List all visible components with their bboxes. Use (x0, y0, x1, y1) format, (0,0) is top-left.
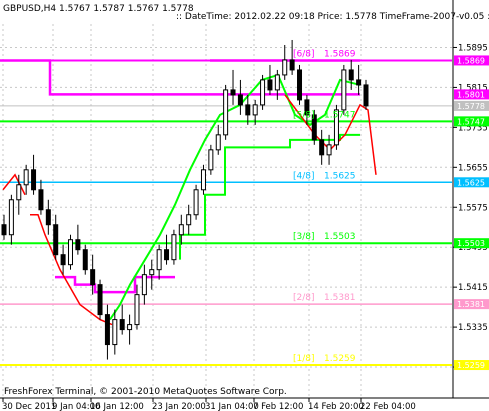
candle-body (223, 89, 229, 136)
price-badge-label: 1.5625 (457, 178, 485, 187)
murrey-level-value: 1.5747 (324, 110, 356, 120)
murrey-level-value: 1.5869 (324, 49, 356, 59)
candle-body (193, 189, 199, 216)
candle-body (75, 239, 81, 251)
murrey-level-value: 1.5625 (324, 171, 356, 181)
candle-body (127, 324, 133, 331)
candle-body (200, 169, 206, 191)
candle-body (119, 319, 125, 331)
candle-body (149, 269, 155, 276)
murrey-level-label: [2/8] (293, 293, 315, 303)
candle-body (356, 79, 362, 86)
x-tick-label: 16 Jan 12:00 (90, 402, 144, 411)
price-badge-label: 1.5503 (457, 239, 485, 248)
x-tick-label: 23 Jan 20:00 (152, 402, 206, 411)
price-badge-label: 1.5381 (457, 300, 485, 309)
candle-body (90, 269, 96, 286)
candle-body (67, 239, 73, 266)
candle-body (8, 199, 14, 236)
candle-body (260, 79, 266, 106)
candle-body (16, 184, 22, 201)
candle-body (186, 214, 192, 226)
y-tick-label: 1.5335 (458, 323, 488, 333)
candle-body (112, 319, 118, 346)
candle-body (245, 104, 251, 116)
candle-body (363, 84, 369, 107)
y-tick-label: 1.5575 (458, 203, 488, 213)
candle-body (237, 94, 243, 106)
candle-body (319, 139, 325, 156)
candle-body (156, 249, 162, 271)
x-tick-label: 22 Feb 04:00 (360, 402, 416, 411)
murrey-level-label: [1/8] (293, 354, 315, 364)
candle-body (23, 169, 29, 186)
copyright-text: FreshForex Terminal, © 2001-2010 MetaQuo… (4, 387, 287, 397)
price-badge-label: 1.5778 (457, 102, 485, 111)
murrey-level-label: [6/8] (293, 49, 315, 59)
candle-body (60, 254, 66, 266)
candle-body (82, 249, 88, 271)
candle-body (289, 59, 295, 71)
x-tick-label: 30 Dec 2011 (2, 402, 56, 411)
murrey-level-value: 1.5259 (324, 354, 356, 364)
candle-body (97, 284, 103, 316)
candle-body (104, 314, 110, 346)
murrey-level-label: [5/8] (293, 110, 315, 120)
candle-body (45, 209, 51, 226)
candle-body (178, 224, 184, 236)
y-tick-label: 1.5655 (458, 163, 488, 173)
candle-body (348, 69, 354, 81)
price-badge-label: 1.5747 (457, 117, 485, 126)
murrey-level-value: 1.5503 (324, 232, 356, 242)
candle-body (208, 149, 214, 171)
candle-body (31, 169, 37, 191)
candle-body (164, 249, 170, 261)
candle-body (53, 224, 59, 256)
murrey-level-label: [3/8] (293, 232, 315, 242)
candle-body (326, 144, 332, 156)
candle-body (134, 294, 140, 326)
x-tick-label: 14 Feb 20:00 (308, 402, 364, 411)
price-badge-label: 1.5869 (457, 56, 485, 65)
candle-body (274, 74, 280, 91)
symbol-info: GBPUSD,H4 1.5767 1.5787 1.5767 1.5778 (3, 4, 194, 14)
y-tick-label: 1.5895 (458, 43, 488, 53)
price-chart[interactable]: [6/8] 1.5869 [5/8] 1.5747 [4/8] 1.5625 [3/8] 1.… (0, 0, 489, 411)
candle-body (341, 69, 347, 111)
candle-body (141, 274, 147, 296)
candle-body (282, 59, 288, 76)
murrey-level-value: 1.5381 (324, 293, 356, 303)
candle-body (171, 234, 177, 261)
x-tick-label: 31 Jan 04:00 (205, 402, 259, 411)
candle-body (297, 69, 303, 101)
candle-body (230, 89, 236, 96)
murrey-level-label: [4/8] (293, 171, 315, 181)
price-badge-label: 1.5801 (457, 90, 485, 99)
price-badge-label: 1.5259 (457, 361, 485, 370)
info-line: :: DateTime: 2012.02.22 09:18 Price: 1.5… (176, 12, 489, 22)
candle-body (38, 189, 44, 211)
candle-body (215, 134, 221, 151)
y-tick-label: 1.5415 (458, 283, 488, 293)
candle-body (1, 224, 7, 236)
x-tick-label: 7 Feb 12:00 (253, 402, 303, 411)
candle-body (267, 79, 273, 91)
candle-body (252, 104, 258, 116)
